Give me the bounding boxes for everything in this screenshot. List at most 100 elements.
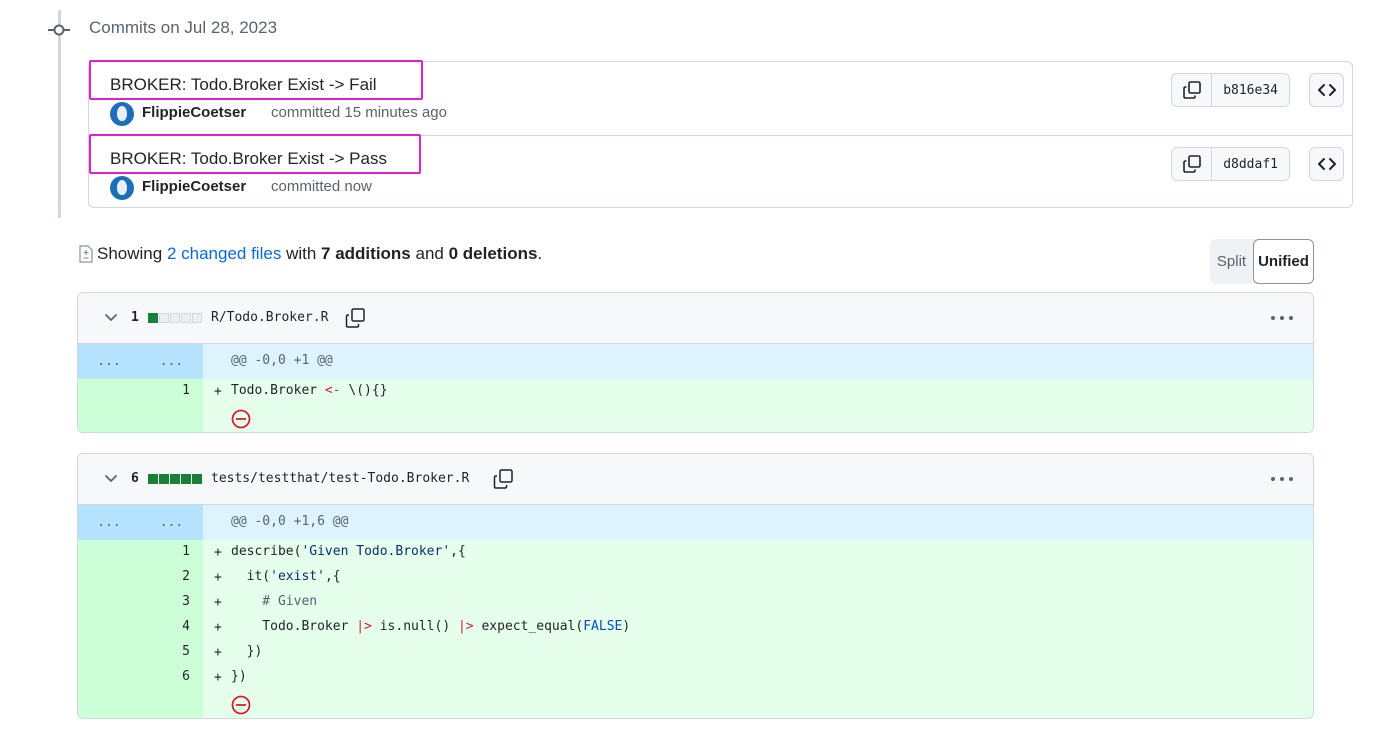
code-line: describe('Given Todo.Broker',{ (231, 544, 466, 559)
browse-repo-button[interactable] (1309, 147, 1344, 181)
file-diff: 6 tests/testthat/test-Todo.Broker.R ... … (77, 453, 1314, 719)
copy-icon (1182, 155, 1201, 173)
line-number[interactable]: 5 (140, 644, 190, 659)
diffstat-add-block (148, 474, 158, 484)
diffstat-add-block (181, 474, 191, 484)
code-token: 'exist' (270, 569, 325, 584)
code-token: # Given (231, 594, 318, 609)
line-number[interactable]: 4 (140, 619, 190, 634)
summary-and: and (415, 244, 444, 263)
expand-down-button[interactable]: ... (140, 505, 203, 540)
addition-marker: + (214, 620, 222, 635)
file-name[interactable]: tests/testthat/test-Todo.Broker.R (211, 471, 469, 486)
commit-title[interactable]: BROKER: Todo.Broker Exist -> Pass (110, 149, 387, 169)
commit-title[interactable]: BROKER: Todo.Broker Exist -> Fail (110, 75, 377, 95)
code-line: }) (231, 669, 247, 684)
diff-line: 2 + it('exist',{ (78, 565, 1313, 590)
sha-button-group: d8ddaf1 (1171, 147, 1290, 181)
commit-list: BROKER: Todo.Broker Exist -> Fail Flippi… (88, 60, 1353, 208)
line-number[interactable]: 1 (140, 544, 190, 559)
diff-summary: Showing 2 changed files with 7 additions… (79, 244, 542, 264)
chevron-down-icon[interactable] (104, 311, 118, 325)
expand-up-button[interactable]: ... (78, 505, 140, 540)
file-change-count: 6 (131, 471, 139, 486)
line-number[interactable]: 3 (140, 594, 190, 609)
expand-up-button[interactable]: ... (78, 344, 140, 379)
summary-additions: 7 additions (321, 244, 411, 263)
addition-marker: + (214, 595, 222, 610)
commit-sha[interactable]: b816e34 (1212, 74, 1289, 106)
summary-showing: Showing (97, 244, 163, 263)
split-view-button[interactable]: Split (1210, 239, 1253, 284)
no-entry-icon (231, 409, 251, 429)
code-token: }) (231, 644, 263, 659)
file-name[interactable]: R/Todo.Broker.R (211, 310, 328, 325)
hunk-header: ... ... @@ -0,0 +1,6 @@ (78, 505, 1313, 540)
kebab-horizontal-icon[interactable] (1271, 470, 1293, 488)
expand-down-button[interactable]: ... (140, 344, 203, 379)
code-browse-icon (1317, 158, 1336, 170)
line-number[interactable]: 1 (140, 383, 190, 398)
code-token: |> (356, 619, 372, 634)
addition-marker: + (214, 545, 222, 560)
commit-sha[interactable]: d8ddaf1 (1212, 148, 1289, 180)
line-number[interactable]: 2 (140, 569, 190, 584)
diffstat-add-block (192, 474, 202, 484)
copy-icon[interactable] (492, 468, 514, 490)
hunk-header-text: @@ -0,0 +1,6 @@ (231, 514, 349, 529)
addition-marker: + (214, 645, 222, 660)
code-token: expect_equal( (473, 619, 584, 634)
code-token: is.null() (371, 619, 458, 634)
diff-view-toggle: Split Unified (1210, 239, 1314, 284)
addition-marker: + (214, 670, 222, 685)
code-token: it( (231, 569, 271, 584)
avatar[interactable] (110, 102, 134, 126)
code-token: Todo.Broker (231, 619, 357, 634)
summary-period: . (537, 244, 543, 263)
copy-icon[interactable] (344, 307, 366, 329)
no-entry-icon (231, 695, 251, 715)
code-line: it('exist',{ (231, 569, 341, 584)
file-header: 1 R/Todo.Broker.R (78, 293, 1313, 344)
kebab-horizontal-icon[interactable] (1271, 309, 1293, 327)
commits-date-heading: Commits on Jul 28, 2023 (89, 18, 278, 37)
copy-sha-button[interactable] (1172, 74, 1213, 106)
commit-author[interactable]: FlippieCoetser (142, 178, 246, 195)
diffstat (148, 474, 202, 484)
copy-sha-button[interactable] (1172, 148, 1213, 180)
summary-with: with (286, 244, 317, 263)
diff-line: 4 + Todo.Broker |> is.null() |> expect_eq… (78, 615, 1313, 640)
code-token: \(){} (340, 383, 388, 398)
summary-deletions: 0 deletions (448, 244, 538, 263)
commit-row: BROKER: Todo.Broker Exist -> Fail Flippi… (89, 60, 1352, 136)
code-line: Todo.Broker |> is.null() |> expect_equal… (231, 619, 630, 634)
diffstat-add-block (170, 474, 180, 484)
sha-button-group: b816e34 (1171, 73, 1290, 107)
diffstat-add-block (159, 474, 169, 484)
commit-author[interactable]: FlippieCoetser (142, 104, 246, 121)
git-commit-icon (48, 24, 70, 36)
diff-line: 3 + # Given (78, 590, 1313, 615)
code-token: }) (231, 669, 247, 684)
diffstat (148, 313, 202, 323)
unified-view-button[interactable]: Unified (1253, 239, 1314, 284)
changed-files-link[interactable]: 2 changed files (167, 244, 281, 263)
chevron-down-icon[interactable] (104, 472, 118, 486)
code-token: ,{ (450, 544, 466, 559)
addition-marker: + (214, 384, 222, 399)
code-line: # Given (231, 594, 317, 609)
avatar[interactable] (110, 176, 134, 200)
browse-repo-button[interactable] (1309, 73, 1344, 107)
code-token: ,{ (324, 569, 341, 584)
addition-marker: + (214, 570, 222, 585)
commit-meta: committed now (271, 178, 372, 195)
code-token: FALSE (583, 619, 623, 634)
diffstat-neutral-block (192, 313, 202, 323)
diffstat-neutral-block (159, 313, 169, 323)
line-number[interactable]: 6 (140, 669, 190, 684)
code-line: Todo.Broker <- \(){} (231, 383, 388, 398)
code-token: describe( (231, 544, 302, 559)
code-token: <- (324, 383, 341, 398)
diff-line: 6 +}) (78, 665, 1313, 690)
added-lines: 1 + describe('Given Todo.Broker',{ 2 + it('e… (78, 540, 1313, 718)
